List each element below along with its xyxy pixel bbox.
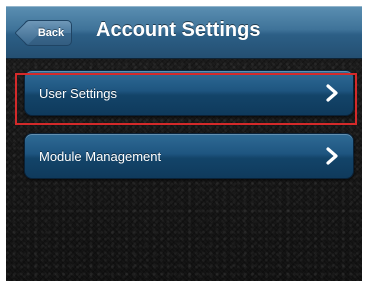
menu-item-module-management[interactable]: Module Management [24,133,354,179]
menu-item-label: Module Management [39,149,162,164]
back-arrow-icon [14,20,40,46]
navigation-bar: Back Account Settings [6,6,362,59]
chevron-right-icon [326,147,338,165]
menu-item-user-settings[interactable]: User Settings [24,70,354,116]
back-button[interactable]: Back [14,20,72,46]
menu-item-label: User Settings [39,86,118,101]
page-title: Account Settings [96,19,261,41]
chevron-right-icon [326,84,338,102]
device-screen: Back Account Settings User Settings Modu… [6,6,362,281]
back-button-label: Back [37,27,65,39]
